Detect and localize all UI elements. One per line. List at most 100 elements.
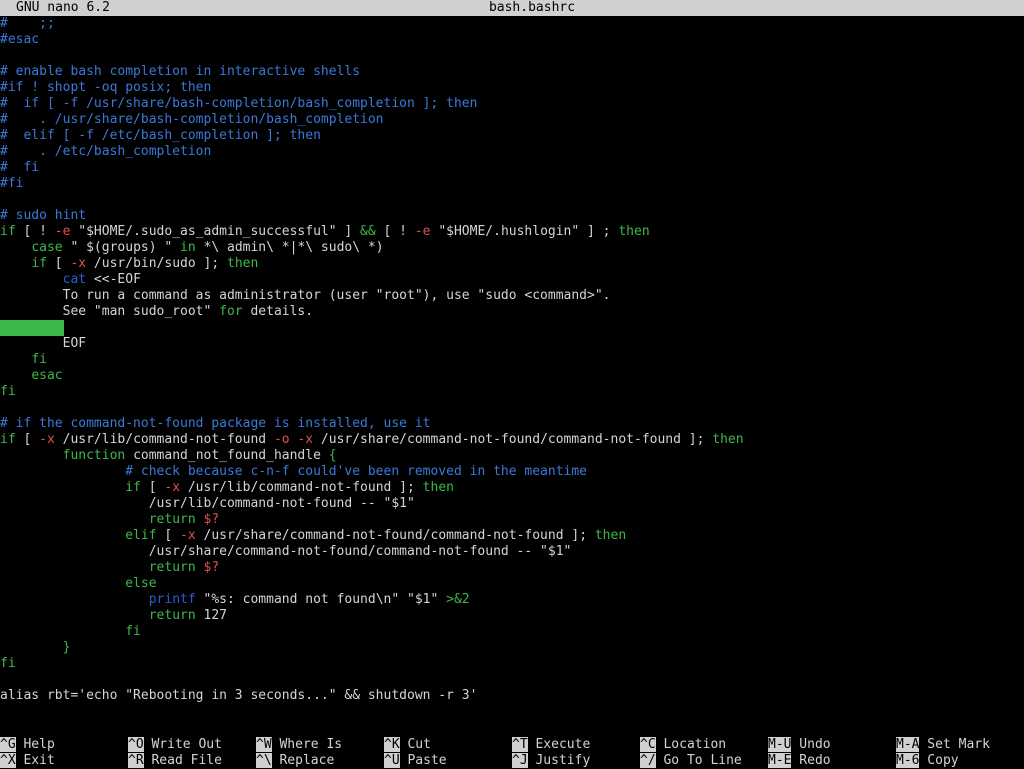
editor-line[interactable]: fi [0, 656, 1024, 672]
code-token: *\ admin\ *|*\ sudo\ *) [195, 240, 384, 255]
shortcut-key: ^O [128, 737, 144, 752]
editor-line[interactable] [0, 192, 1024, 208]
editor-line[interactable]: /usr/share/command-not-found/command-not… [0, 544, 1024, 560]
shortcut-help[interactable]: ^G Help [0, 737, 55, 753]
code-token: elif [125, 528, 157, 543]
code-token: if [31, 256, 47, 271]
editor-line[interactable] [0, 320, 1024, 336]
shortcut-replace[interactable]: ^\ Replace [256, 753, 334, 769]
code-token: then [422, 480, 454, 495]
code-token: To run a command as administrator (user … [0, 288, 611, 303]
code-token: /usr/bin/sudo ]; [86, 256, 227, 271]
code-token: # . /usr/share/bash-completion/bash_comp… [0, 112, 384, 127]
editor-line[interactable]: elif [ -x /usr/share/command-not-found/c… [0, 528, 1024, 544]
code-token: case [31, 240, 63, 255]
code-token: -e [54, 224, 71, 239]
code-token: fi [0, 384, 16, 399]
shortcut-label: Undo [791, 737, 831, 752]
editor-line[interactable]: # enable bash completion in interactive … [0, 64, 1024, 80]
editor-line[interactable]: fi [0, 624, 1024, 640]
editor-line[interactable] [0, 400, 1024, 416]
editor-line[interactable]: # elif [ -f /etc/bash_completion ]; then [0, 128, 1024, 144]
editor-line[interactable]: if [ -x /usr/lib/command-not-found ]; th… [0, 480, 1024, 496]
shortcut-label: Redo [791, 753, 831, 768]
shortcut-set-mark[interactable]: M-A Set Mark [896, 737, 990, 753]
code-token: command_not_found_handle [125, 448, 329, 463]
editor-line[interactable]: #if ! shopt -oq posix; then [0, 80, 1024, 96]
editor-line[interactable]: # . /usr/share/bash-completion/bash_comp… [0, 112, 1024, 128]
editor-line[interactable]: #esac [0, 32, 1024, 48]
shortcut-key: ^U [384, 753, 400, 768]
editor-line[interactable]: #fi [0, 176, 1024, 192]
editor-line[interactable]: fi [0, 384, 1024, 400]
editor-line[interactable]: } [0, 640, 1024, 656]
code-token: "$HOME/.hushlogin" ] ; [430, 224, 619, 239]
file-name: bash.bashrc [488, 0, 576, 15]
shortcut-key: ^C [640, 737, 656, 752]
shortcut-write-out[interactable]: ^O Write Out [128, 737, 222, 753]
shortcut-execute[interactable]: ^T Execute [512, 737, 590, 753]
editor-line[interactable]: return $? [0, 512, 1024, 528]
editor-line[interactable]: else [0, 576, 1024, 592]
editor-line[interactable]: To run a command as administrator (user … [0, 288, 1024, 304]
editor-line[interactable]: if [ -x /usr/lib/command-not-found -o -x… [0, 432, 1024, 448]
editor-line[interactable]: # check because c-n-f could've been remo… [0, 464, 1024, 480]
editor-text-area[interactable]: # ;; #esac # enable bash completion in int… [0, 16, 1024, 704]
code-token: return [148, 512, 196, 527]
editor-line[interactable]: if [ ! -e "$HOME/.sudo_as_admin_successf… [0, 224, 1024, 240]
code-token: && [360, 224, 376, 239]
editor-line[interactable]: printf "%s: command not found\n" "$1" >&… [0, 592, 1024, 608]
editor-line[interactable]: # if [ -f /usr/share/bash-completion/bas… [0, 96, 1024, 112]
editor-line[interactable]: # if the command-not-found package is in… [0, 416, 1024, 432]
editor-line[interactable]: # sudo hint [0, 208, 1024, 224]
code-token: # check because c-n-f could've been remo… [0, 464, 587, 479]
editor-line[interactable]: if [ -x /usr/bin/sudo ]; then [0, 256, 1024, 272]
code-token: { [328, 448, 337, 463]
editor-line[interactable]: See "man sudo_root" for details. [0, 304, 1024, 320]
shortcut-paste[interactable]: ^U Paste [384, 753, 447, 769]
shortcut-copy[interactable]: M-6 Copy [896, 753, 959, 769]
code-token: /usr/share/command-not-found/command-not… [0, 544, 572, 559]
code-token: return [148, 608, 196, 623]
editor-line[interactable]: fi [0, 352, 1024, 368]
code-token: [ [156, 528, 181, 543]
code-token: <<-EOF [86, 272, 141, 287]
editor-line[interactable]: # ;; [0, 16, 1024, 32]
editor-line[interactable]: function command_not_found_handle { [0, 448, 1024, 464]
editor-line[interactable]: # fi [0, 160, 1024, 176]
shortcut-row: ^X Exit ^R Read File ^\ Replace ^U Paste ^J … [0, 753, 1024, 769]
editor-line[interactable]: case " $(groups) " in *\ admin\ *|*\ sud… [0, 240, 1024, 256]
shortcut-go-to-line[interactable]: ^/ Go To Line [640, 753, 742, 769]
editor-line[interactable]: # . /etc/bash_completion [0, 144, 1024, 160]
code-token: /usr/share/command-not-found/command-not… [313, 432, 713, 447]
shortcut-redo[interactable]: M-E Redo [768, 753, 831, 769]
editor-line[interactable]: return 127 [0, 608, 1024, 624]
editor-line[interactable]: /usr/lib/command-not-found -- "$1" [0, 496, 1024, 512]
shortcut-where-is[interactable]: ^W Where Is [256, 737, 342, 753]
shortcut-label: Go To Line [655, 753, 742, 768]
editor-line[interactable]: return $? [0, 560, 1024, 576]
code-token: # sudo hint [0, 208, 87, 223]
shortcut-exit[interactable]: ^X Exit [0, 753, 55, 769]
editor-line[interactable]: esac [0, 368, 1024, 384]
editor-line[interactable]: EOF [0, 336, 1024, 352]
editor-line[interactable]: alias rbt='echo "Rebooting in 3 seconds.… [0, 688, 1024, 704]
shortcut-location[interactable]: ^C Location [640, 737, 726, 753]
editor-line[interactable] [0, 672, 1024, 688]
editor-line[interactable]: cat <<-EOF [0, 272, 1024, 288]
editor-line[interactable] [0, 48, 1024, 64]
shortcut-read-file[interactable]: ^R Read File [128, 753, 222, 769]
code-token: then [712, 432, 744, 447]
shortcut-undo[interactable]: M-U Undo [768, 737, 831, 753]
code-token: else [125, 576, 157, 591]
shortcut-cut[interactable]: ^K Cut [384, 737, 431, 753]
shortcut-justify[interactable]: ^J Justify [512, 753, 590, 769]
code-token: # . /etc/bash_completion [0, 144, 212, 159]
shortcut-key: ^J [512, 753, 528, 768]
